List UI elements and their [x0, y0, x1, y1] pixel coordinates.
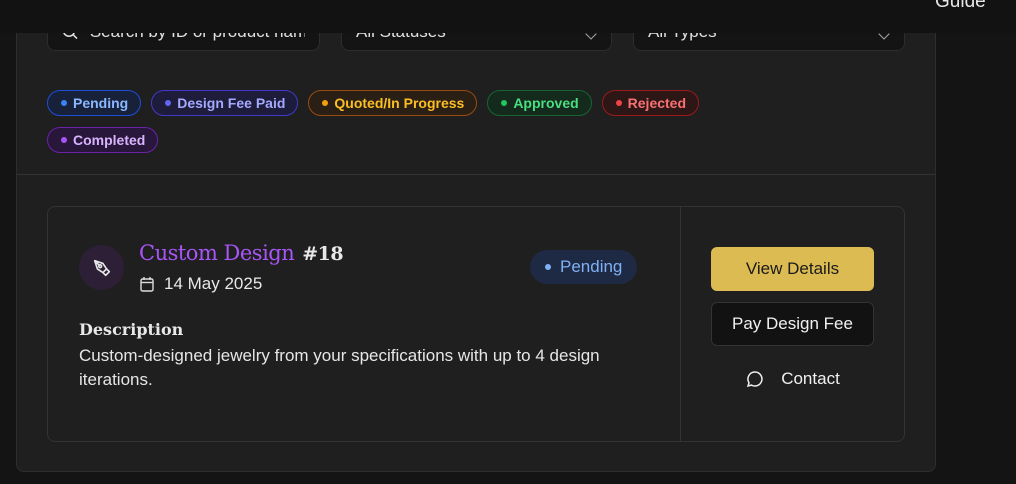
order-type: Custom Design [139, 241, 295, 265]
status-badge: Pending [530, 250, 638, 284]
status-dot [165, 100, 172, 106]
status-legend: Pending Design Fee Paid Quoted/In Progress… [47, 90, 807, 153]
status-chip-rejected[interactable]: Rejected [601, 90, 700, 116]
description-heading: Description [79, 320, 184, 339]
contact-label: Contact [781, 369, 840, 388]
order-date-text: 14 May 2025 [164, 274, 263, 293]
order-number: #18 [302, 243, 344, 265]
view-details-button[interactable]: View Details [711, 247, 874, 291]
status-dot [501, 100, 508, 106]
contact-button[interactable]: Contact [711, 357, 874, 401]
status-dot [615, 100, 622, 106]
card-divider [680, 207, 681, 441]
chip-label: Design Fee Paid [177, 95, 286, 111]
chip-label: Completed [73, 132, 146, 148]
order-date: 14 May 2025 [139, 274, 262, 294]
status-dot [61, 100, 67, 106]
status-chip-pending[interactable]: Pending [47, 90, 142, 116]
top-bar: Guide [0, 0, 1016, 33]
order-card: Custom Design #18 14 May 2025 Pending Des… [47, 206, 905, 442]
pay-design-fee-button[interactable]: Pay Design Fee [711, 302, 874, 346]
calendar-icon [140, 277, 154, 292]
divider [17, 174, 935, 175]
guide-link[interactable]: Guide [935, 0, 986, 13]
status-chip-approved[interactable]: Approved [487, 90, 592, 116]
status-chip-design-fee-paid[interactable]: Design Fee Paid [151, 90, 299, 116]
chip-label: Quoted/In Progress [334, 95, 465, 111]
status-chip-completed[interactable]: Completed [47, 127, 159, 153]
status-badge-label: Pending [560, 257, 623, 276]
chip-label: Rejected [627, 95, 687, 111]
chip-label: Pending [73, 95, 129, 111]
status-dot [322, 100, 329, 106]
chat-bubble-icon [747, 371, 763, 388]
order-title: Custom Design #18 [139, 241, 344, 265]
description-text: Custom-designed jewelry from your specif… [79, 346, 600, 389]
pen-tool-icon [79, 245, 124, 290]
status-dot [61, 137, 67, 143]
status-chip-quoted-in-progress[interactable]: Quoted/In Progress [308, 90, 478, 116]
chip-label: Approved [513, 95, 579, 111]
